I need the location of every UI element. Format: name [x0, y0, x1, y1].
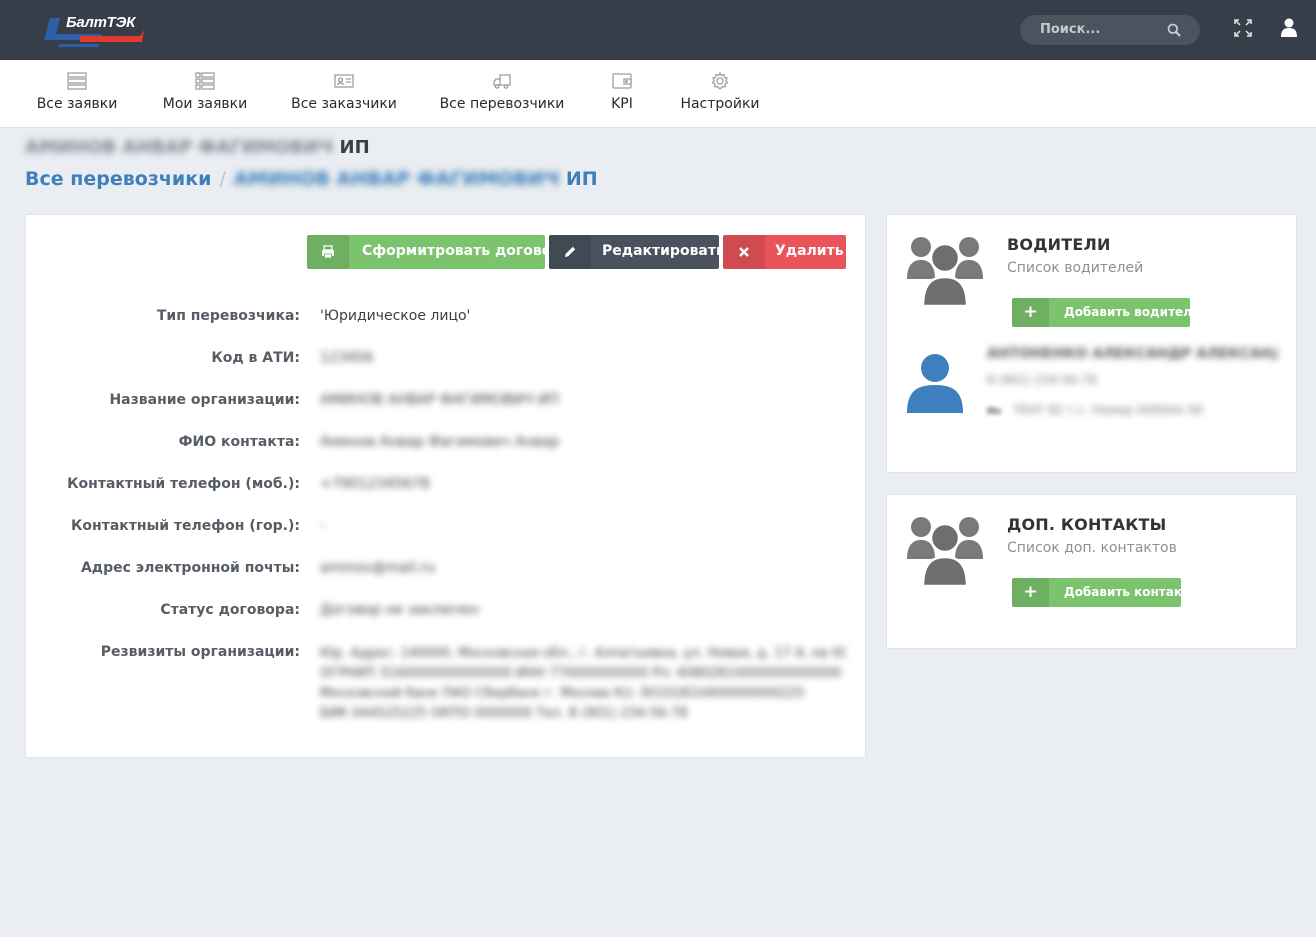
field-value-ati-code: 123456	[320, 350, 374, 366]
delete-button[interactable]: Удалить	[723, 235, 846, 269]
field-value-contract-status: Договор не заключен	[320, 602, 480, 618]
requisites-line: ОГРНИП 3160000000000000 ИНН 770000000000…	[320, 666, 842, 681]
fullscreen-icon[interactable]	[1234, 19, 1252, 37]
nav-all-carriers[interactable]: Все перевозчики	[434, 60, 570, 127]
driver-name[interactable]: АНТОНЕНКО АЛЕКСАНДР АЛЕКСАНДРОВИЧ	[987, 346, 1277, 362]
nav-label: KPI	[611, 96, 633, 112]
id-card-icon	[334, 74, 354, 88]
delete-label: Удалить	[775, 243, 844, 259]
requisites-line: БИК 044525225 ОКПО 0000000 Тел. 8 (901) …	[320, 706, 688, 721]
driver-avatar-icon[interactable]	[907, 353, 963, 413]
nav-label: Все заказчики	[291, 96, 397, 112]
users-group-icon	[907, 237, 983, 307]
search-input[interactable]: Поиск...	[1020, 15, 1200, 45]
field-value-carrier-type: 'Юридическое лицо'	[320, 308, 471, 324]
breadcrumb-current-suffix: ИП	[565, 168, 598, 190]
field-label-requisites: Резвизиты организации:	[100, 644, 300, 660]
company-logo[interactable]: БалтТЭК	[40, 14, 146, 50]
edit-label: Редактировать	[602, 243, 719, 259]
close-icon	[739, 247, 749, 257]
drivers-card: ВОДИТЕЛИ Список водителей + Добавить вод…	[886, 214, 1297, 473]
field-label-mobile-phone: Контактный телефон (моб.):	[67, 476, 300, 492]
field-value-mobile-phone: +79012345678	[320, 476, 430, 492]
title-blurred-name: АМИНОВ АНВАР ФАГИМОВИЧ	[25, 137, 334, 158]
pencil-icon	[565, 246, 576, 257]
field-value-contact-name: Аминов Анвар Фагимович Анвар	[320, 434, 560, 450]
close-icon-wrap	[723, 235, 765, 269]
gear-icon	[711, 72, 729, 90]
driver-vehicle: ТЕНТ 82 т.с. Номер А000АА 00	[1013, 403, 1204, 417]
carrier-details-card: Сформитровать договор Редактировать Удал…	[25, 214, 866, 758]
list-icon	[67, 72, 87, 90]
field-label-contract-status: Статус договора:	[160, 602, 300, 618]
field-label-ati-code: Код в АТИ:	[211, 350, 300, 366]
requisites-line: Московский банк ПАО Сбербанк г. Москва К…	[320, 686, 805, 701]
drivers-subtitle: Список водителей	[1007, 260, 1144, 276]
list-bullets-icon	[195, 72, 215, 90]
nav-kpi[interactable]: KPI	[602, 60, 642, 127]
nav-settings[interactable]: Настройки	[674, 60, 766, 127]
nav-my-requests[interactable]: Мои заявки	[155, 60, 255, 127]
field-label-email: Адрес электронной почты:	[80, 560, 300, 576]
nav-all-requests[interactable]: Все заявки	[30, 60, 124, 127]
breadcrumb: Все перевозчики / АМИНОВ АНВАР ФАГИМОВИЧ И…	[25, 168, 598, 190]
truck-icon	[987, 407, 1001, 414]
users-group-icon	[907, 517, 983, 587]
printer-icon-wrap	[307, 235, 349, 269]
add-driver-button[interactable]: + Добавить водителя	[1012, 298, 1190, 327]
generate-contract-label: Сформитровать договор	[362, 243, 545, 259]
truck-icon	[493, 74, 511, 89]
contacts-subtitle: Список доп. контактов	[1007, 540, 1177, 556]
field-label-city-phone: Контактный телефон (гор.):	[70, 518, 300, 534]
nav-label: Все заявки	[36, 96, 118, 112]
edit-button[interactable]: Редактировать	[549, 235, 719, 269]
title-suffix: ИП	[339, 137, 370, 158]
field-label-org-name: Название организации:	[109, 392, 300, 408]
plus-icon: +	[1012, 298, 1049, 327]
field-label-carrier-type: Тип перевозчика:	[156, 308, 300, 324]
contacts-title: ДОП. КОНТАКТЫ	[1007, 515, 1167, 534]
requisites-line: Юр. Адрес: 140000, Московская обл., г. А…	[320, 646, 846, 661]
add-contact-button[interactable]: + Добавить контакт	[1012, 578, 1181, 607]
field-value-requisites: Юр. Адрес: 140000, Московская обл., г. А…	[320, 644, 846, 724]
logo-text: БалтТЭК	[66, 14, 136, 31]
field-label-contact-name: ФИО контакта:	[178, 434, 300, 450]
add-driver-label: Добавить водителя	[1064, 305, 1190, 319]
nav-label: Настройки	[680, 96, 760, 112]
breadcrumb-root-link[interactable]: Все перевозчики	[25, 168, 211, 190]
drivers-title: ВОДИТЕЛИ	[1007, 235, 1111, 254]
driver-phone: 8 (901) 234-56-78	[987, 373, 1097, 387]
field-value-org-name: АМИНОВ АНВАР ФАГИМОВИЧ ИП	[320, 392, 559, 408]
nav-all-customers[interactable]: Все заказчики	[286, 60, 402, 127]
search-icon[interactable]	[1167, 23, 1181, 37]
field-value-city-phone: -	[320, 518, 326, 534]
extra-contacts-card: ДОП. КОНТАКТЫ Список доп. контактов + До…	[886, 494, 1297, 649]
user-icon[interactable]	[1280, 18, 1298, 37]
generate-contract-button[interactable]: Сформитровать договор	[307, 235, 545, 269]
breadcrumb-separator: /	[219, 168, 226, 190]
add-contact-label: Добавить контакт	[1064, 585, 1181, 599]
nav-label: Все перевозчики	[439, 96, 565, 112]
field-value-email: aminov@mail.ru	[320, 560, 435, 576]
breadcrumb-current-blurred: АМИНОВ АНВАР ФАГИМОВИЧ	[233, 168, 560, 190]
search-placeholder: Поиск...	[1040, 22, 1101, 37]
top-bar: БалтТЭК Поиск...	[0, 0, 1316, 60]
plus-icon: +	[1012, 578, 1049, 607]
wallet-icon	[612, 73, 632, 89]
nav-label: Мои заявки	[162, 96, 248, 112]
main-nav: Все заявки Мои заявки Все заказчики Все …	[0, 60, 1316, 128]
page-title: АМИНОВ АНВАР ФАГИМОВИЧ ИП	[25, 137, 370, 158]
pencil-icon-wrap	[549, 235, 591, 269]
printer-icon	[322, 245, 334, 259]
